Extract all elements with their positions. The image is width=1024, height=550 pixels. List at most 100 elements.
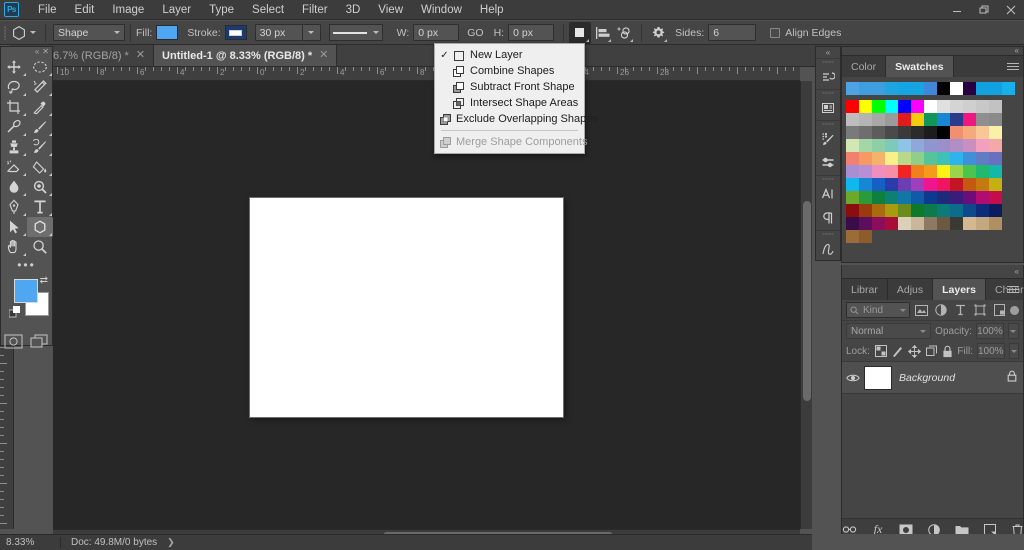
swatch[interactable] — [885, 217, 898, 230]
swatch[interactable] — [872, 204, 885, 217]
tool-preset-chevron-icon[interactable] — [30, 31, 36, 34]
filter-adjustment-icon[interactable] — [933, 302, 949, 319]
swatch[interactable] — [950, 152, 963, 165]
swatch[interactable] — [976, 178, 989, 191]
menu-item-filter[interactable]: Filter — [293, 0, 337, 20]
swatch[interactable] — [950, 165, 963, 178]
swatch[interactable] — [989, 113, 1002, 126]
swatch[interactable] — [963, 126, 976, 139]
swatch[interactable] — [885, 165, 898, 178]
swatch[interactable] — [937, 178, 950, 191]
swatch[interactable] — [937, 82, 950, 95]
swatch[interactable] — [872, 191, 885, 204]
swatch[interactable] — [911, 217, 924, 230]
swatch[interactable] — [976, 191, 989, 204]
dodge-tool[interactable] — [27, 177, 53, 197]
swatch[interactable] — [872, 139, 885, 152]
brush-settings-panel-icon[interactable] — [816, 127, 840, 151]
swatch[interactable] — [872, 100, 885, 113]
swatch[interactable] — [872, 178, 885, 191]
zoom-level-input[interactable]: 8.33% — [0, 537, 60, 548]
sides-input[interactable]: 6 — [708, 24, 757, 41]
swatch[interactable] — [885, 100, 898, 113]
more-tools-button[interactable]: ••• — [1, 257, 52, 273]
dropdown-item-subtract-front-shape[interactable]: Subtract Front Shape — [435, 79, 584, 95]
swatch[interactable] — [937, 191, 950, 204]
swatch[interactable] — [963, 82, 976, 95]
swatch[interactable] — [976, 152, 989, 165]
swatch[interactable] — [963, 100, 976, 113]
swatch[interactable] — [898, 217, 911, 230]
swatch[interactable] — [937, 165, 950, 178]
swatch[interactable] — [963, 152, 976, 165]
swatch[interactable] — [950, 126, 963, 139]
swatch[interactable] — [950, 113, 963, 126]
blend-mode-select[interactable]: Normal — [846, 323, 932, 339]
opacity-input[interactable]: 100% — [975, 323, 1004, 339]
swatch[interactable] — [898, 139, 911, 152]
swatch[interactable] — [898, 165, 911, 178]
geometry-options-button[interactable] — [647, 22, 669, 44]
swatch[interactable] — [976, 113, 989, 126]
brush-tool[interactable] — [27, 117, 53, 137]
swatch[interactable] — [989, 165, 1002, 178]
paragraph-panel-icon[interactable] — [816, 206, 840, 230]
swatch[interactable] — [846, 204, 859, 217]
swatch[interactable] — [924, 82, 937, 95]
tab-librar[interactable]: Librar — [842, 279, 888, 300]
swatch[interactable] — [859, 230, 872, 243]
swatches-panel-menu-button[interactable] — [1007, 56, 1019, 77]
swatch[interactable] — [911, 100, 924, 113]
chevron-right-icon[interactable]: ❯ — [167, 537, 175, 548]
swatch[interactable] — [911, 139, 924, 152]
lock-position-icon[interactable] — [907, 344, 921, 359]
swatch[interactable] — [898, 82, 911, 95]
swatch[interactable] — [989, 152, 1002, 165]
swap-colors-icon[interactable]: ⇄ — [40, 276, 48, 286]
menu-item-3d[interactable]: 3D — [337, 0, 370, 20]
pen-tool[interactable] — [1, 197, 27, 217]
layer-thumbnail[interactable] — [864, 365, 892, 390]
swatch[interactable] — [859, 126, 872, 139]
swatch[interactable] — [846, 165, 859, 178]
swatch[interactable] — [885, 82, 898, 95]
glyphs-panel-icon[interactable] — [816, 237, 840, 261]
stroke-width-units-chevron[interactable] — [302, 24, 321, 41]
swatch[interactable] — [859, 100, 872, 113]
swatch[interactable] — [937, 217, 950, 230]
swatch[interactable] — [872, 165, 885, 178]
dropdown-item-new-layer[interactable]: ✓ New Layer — [435, 47, 584, 63]
align-edges-checkbox[interactable]: Align Edges — [770, 27, 845, 39]
menu-item-file[interactable]: File — [29, 0, 66, 20]
swatch[interactable] — [937, 126, 950, 139]
swatch[interactable] — [976, 100, 989, 113]
history-panel-icon[interactable] — [816, 65, 840, 89]
path-arrangement-button[interactable] — [613, 22, 635, 44]
layer-row[interactable]: Background — [842, 362, 1023, 394]
swatch[interactable] — [846, 126, 859, 139]
swatch[interactable] — [872, 126, 885, 139]
swatch[interactable] — [950, 204, 963, 217]
swatch[interactable] — [898, 178, 911, 191]
swatch[interactable] — [963, 204, 976, 217]
lock-all-icon[interactable] — [942, 344, 954, 359]
filter-kind-select[interactable]: Kind — [846, 302, 911, 318]
swatch[interactable] — [924, 178, 937, 191]
swatch[interactable] — [898, 126, 911, 139]
document-tab[interactable]: Untitled-1 @ 8.33% (RGB/8) * ✕ — [154, 45, 338, 66]
stroke-style-select[interactable] — [328, 24, 383, 41]
swatch[interactable] — [911, 165, 924, 178]
elliptical-marquee-tool[interactable] — [27, 57, 53, 77]
close-tab-icon[interactable]: ✕ — [319, 50, 328, 61]
swatch[interactable] — [924, 126, 937, 139]
swatch[interactable] — [937, 139, 950, 152]
filter-type-icon[interactable] — [952, 302, 968, 319]
swatch[interactable] — [976, 139, 989, 152]
swatch[interactable] — [937, 100, 950, 113]
close-button[interactable] — [997, 0, 1024, 20]
dropdown-item-combine-shapes[interactable]: Combine Shapes — [435, 63, 584, 79]
swatch[interactable] — [924, 152, 937, 165]
screen-mode-button[interactable] — [30, 334, 49, 352]
swatch[interactable] — [885, 191, 898, 204]
path-alignment-button[interactable] — [591, 22, 613, 44]
